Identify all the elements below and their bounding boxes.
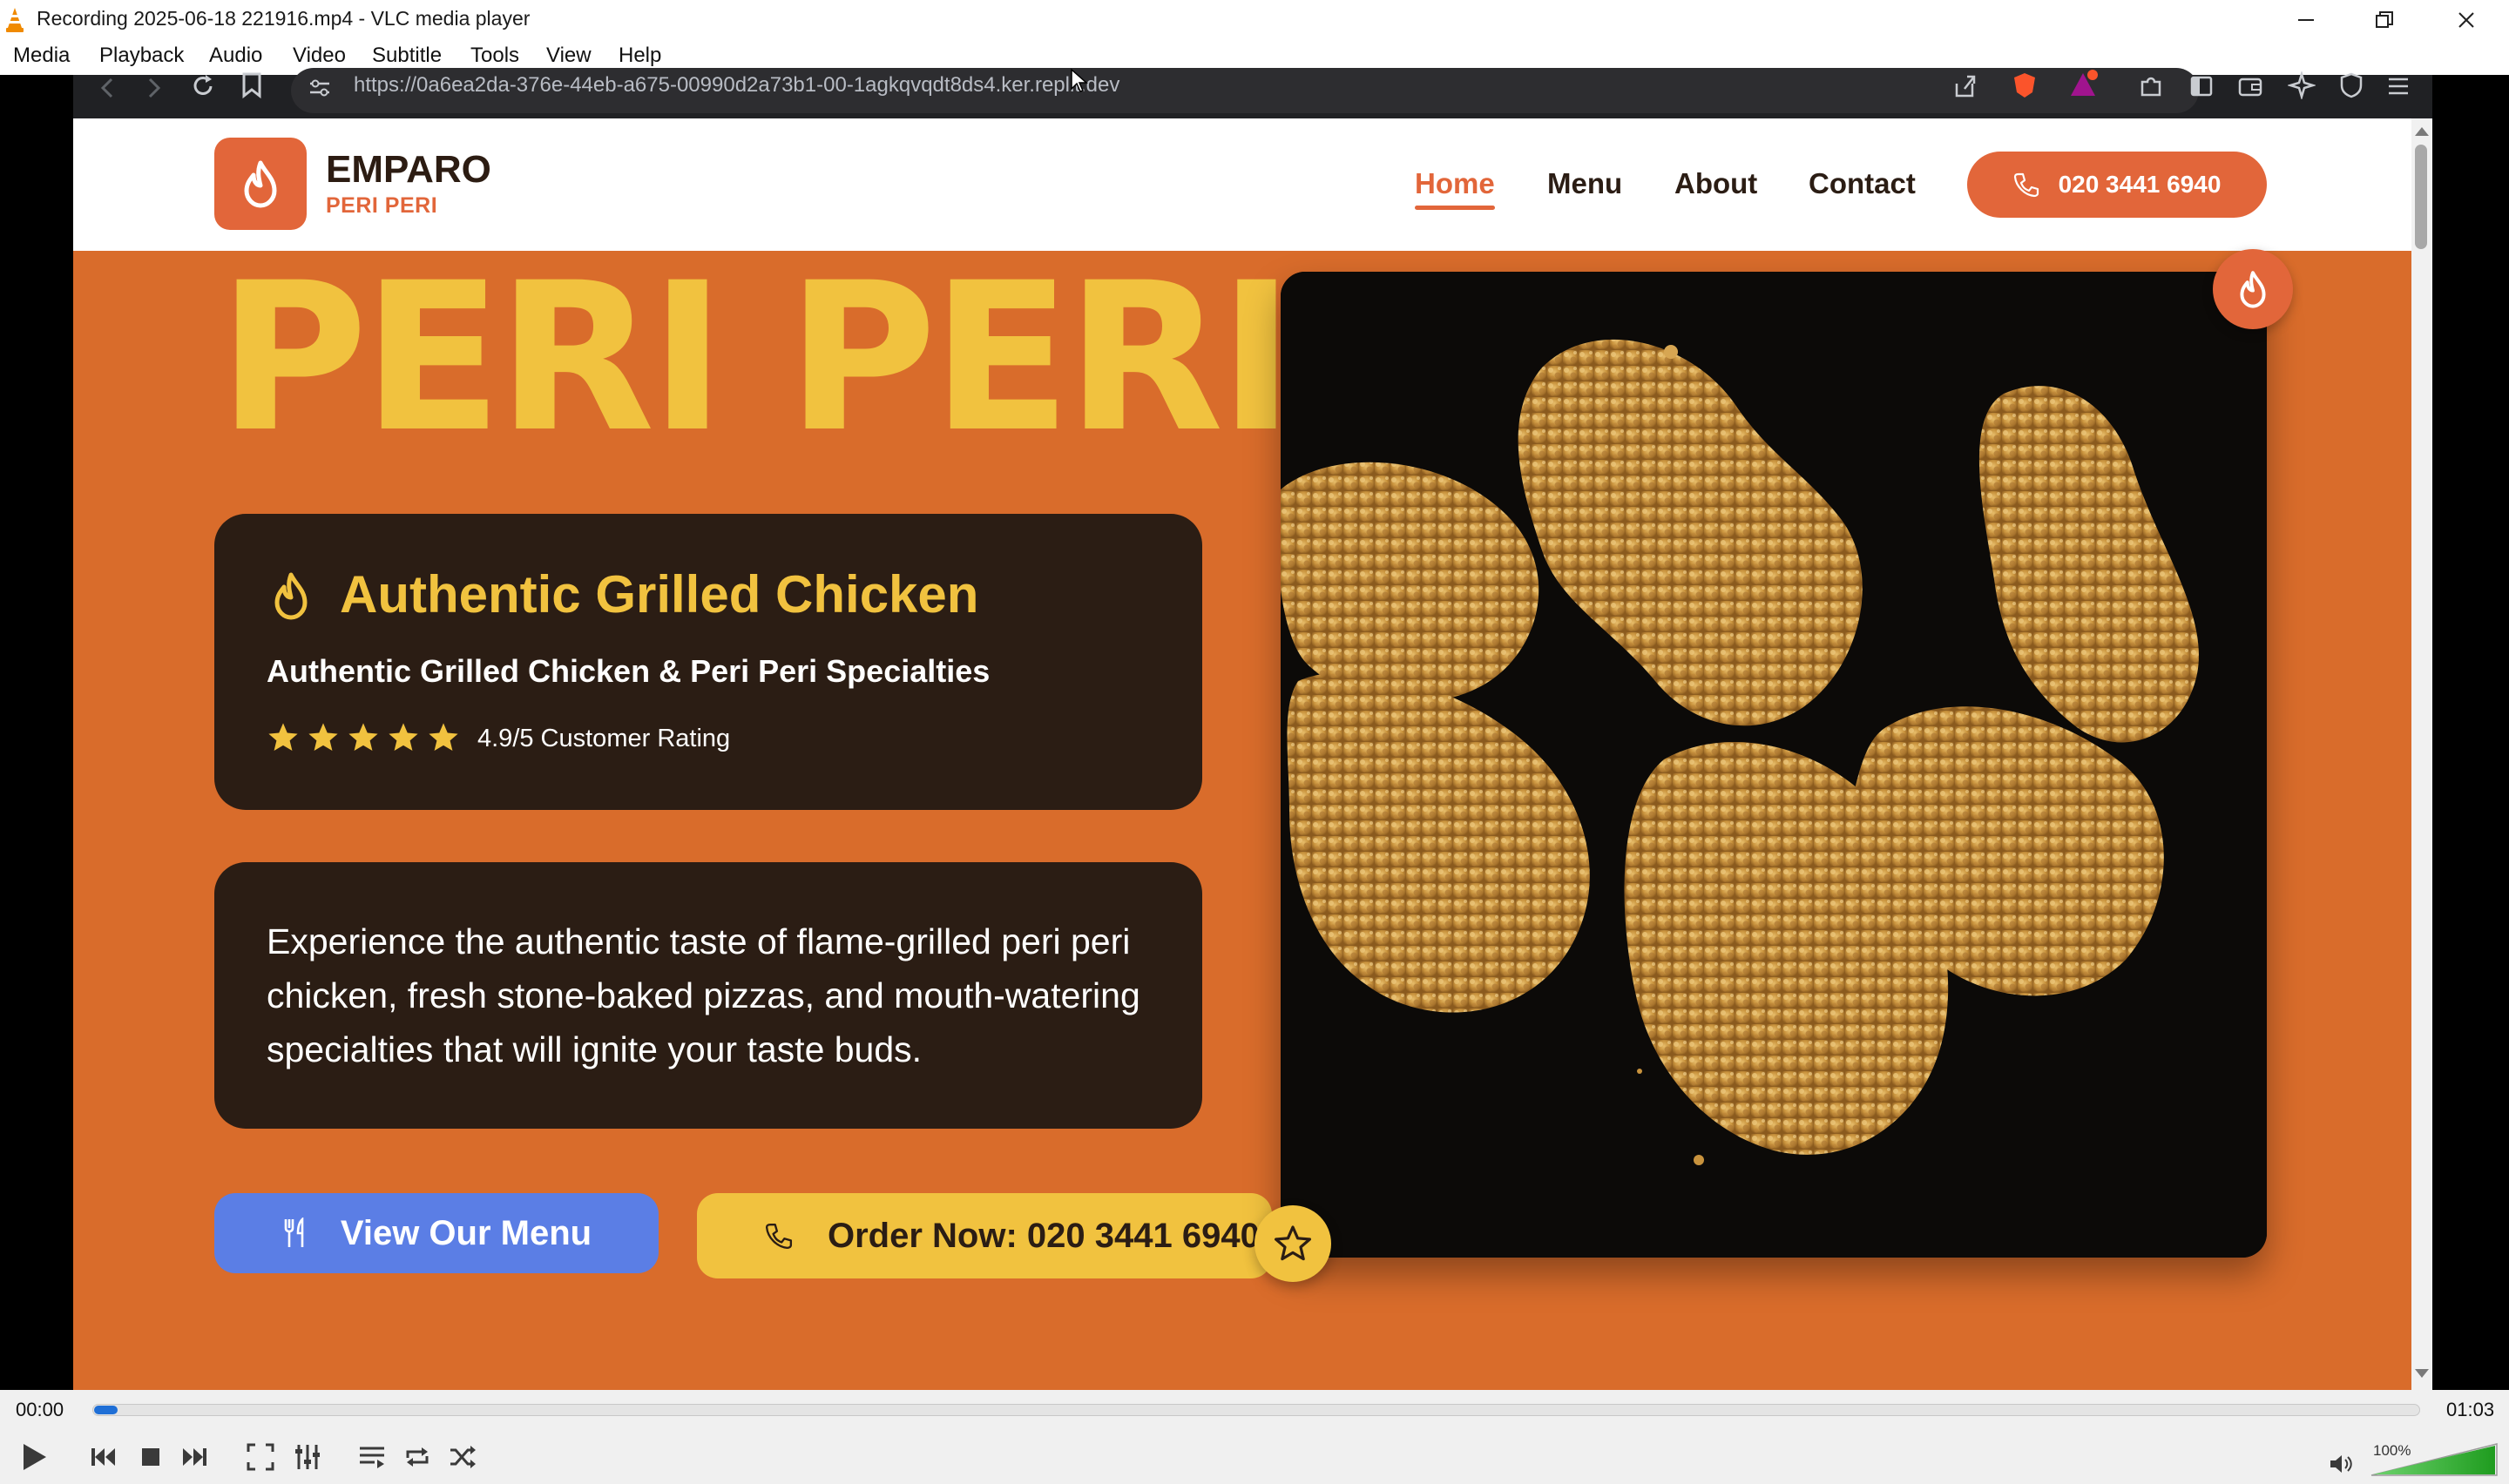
extended-settings-button[interactable] (287, 1437, 328, 1477)
leo-ai-icon (2288, 71, 2316, 99)
wallet-icon (2238, 78, 2262, 97)
star-icon (268, 723, 298, 752)
menu-audio[interactable]: Audio (209, 44, 262, 68)
vlc-logo-icon (6, 8, 24, 32)
seek-bar-progress (94, 1406, 118, 1414)
scroll-down-icon[interactable] (2413, 1367, 2431, 1379)
share-icon (1955, 75, 1976, 98)
fried-chicken-image (1281, 272, 2267, 1258)
window-title: Recording 2025-06-18 221916.mp4 - VLC me… (37, 7, 531, 30)
star-icon (389, 723, 418, 752)
sidebar-icon (2190, 76, 2213, 97)
loop-icon (406, 1447, 429, 1467)
playlist-icon (360, 1447, 384, 1468)
play-icon (24, 1444, 46, 1470)
hero-food-photo (1281, 272, 2267, 1258)
nav-contact[interactable]: Contact (1809, 167, 1916, 200)
play-button[interactable] (12, 1435, 56, 1479)
fullscreen-button[interactable] (240, 1437, 281, 1477)
page-scrollbar[interactable] (2411, 118, 2432, 1390)
close-button[interactable] (2427, 0, 2506, 40)
phone-icon (765, 1224, 793, 1250)
flame-icon (244, 160, 277, 208)
next-button[interactable] (174, 1437, 214, 1477)
close-icon (2458, 12, 2474, 28)
volume-slider[interactable] (2370, 1440, 2500, 1479)
menu-video[interactable]: Video (293, 44, 346, 68)
brave-shield-icon (2014, 73, 2035, 98)
elapsed-time: 00:00 (16, 1399, 64, 1420)
brand-subtitle: PERI PERI (326, 193, 438, 218)
volume-icon[interactable] (2328, 1451, 2354, 1477)
extensions-icon (2140, 77, 2161, 97)
menu-help[interactable]: Help (619, 44, 661, 68)
previous-button[interactable] (84, 1437, 124, 1477)
highlight-card-title: Authentic Grilled Chicken (340, 565, 979, 624)
hero-title: PERI PERI (218, 239, 1295, 477)
nav-menu[interactable]: Menu (1547, 167, 1622, 200)
menu-playback[interactable]: Playback (99, 44, 184, 68)
phone-icon (2013, 172, 2039, 198)
order-now-button[interactable]: Order Now: 020 3441 6940 (697, 1193, 1272, 1278)
flame-icon (2240, 271, 2266, 308)
stop-button[interactable] (131, 1437, 171, 1477)
brand-name: EMPARO (326, 148, 491, 191)
mouse-cursor-icon (1071, 68, 1088, 92)
fullscreen-icon (247, 1443, 274, 1471)
menu-tools[interactable]: Tools (470, 44, 519, 68)
description-text: Experience the authentic taste of flame-… (267, 921, 1140, 1069)
scroll-up-icon[interactable] (2413, 125, 2431, 138)
site-settings-icon (310, 79, 329, 97)
total-duration: 01:03 (2446, 1399, 2495, 1420)
shuffle-icon (450, 1446, 476, 1468)
nav-home[interactable]: Home (1415, 167, 1495, 200)
url-text: https://0a6ea2da-376e-44eb-a675-00990d2a… (354, 73, 1120, 97)
shuffle-button[interactable] (443, 1437, 483, 1477)
highlight-card-subtitle: Authentic Grilled Chicken & Peri Peri Sp… (267, 653, 991, 689)
menu-view[interactable]: View (546, 44, 592, 68)
nav-active-indicator (1415, 206, 1495, 210)
header-call-label: 020 3441 6940 (2058, 171, 2222, 198)
card-flame-icon (274, 572, 308, 620)
stop-icon (142, 1448, 159, 1466)
bookmark-icon (242, 72, 261, 99)
minimize-icon (2298, 19, 2314, 21)
rating-stars (267, 721, 460, 754)
restore-icon (2376, 11, 2393, 28)
view-menu-label: View Our Menu (340, 1213, 592, 1252)
utensils-icon (284, 1218, 304, 1247)
brave-rewards-icon (2071, 70, 2098, 96)
loop-button[interactable] (397, 1437, 437, 1477)
rating-text: 4.9/5 Customer Rating (477, 725, 731, 752)
browser-menu-icon (2389, 78, 2408, 95)
star-outline-icon (1274, 1225, 1312, 1261)
restore-button[interactable] (2345, 0, 2424, 40)
flame-badge (2213, 249, 2293, 329)
seek-bar[interactable] (92, 1404, 2420, 1416)
previous-icon (91, 1448, 115, 1466)
forward-icon (148, 78, 161, 98)
site-logo[interactable] (214, 138, 307, 230)
star-icon (429, 723, 458, 752)
header-call-button[interactable]: 020 3441 6940 (1967, 152, 2267, 218)
order-now-label: Order Now: 020 3441 6940 (828, 1216, 1260, 1255)
equalizer-icon (295, 1445, 320, 1469)
minimize-button[interactable] (2267, 0, 2345, 40)
star-icon (308, 723, 338, 752)
star-icon (348, 723, 378, 752)
reload-icon (193, 75, 213, 95)
menu-subtitle[interactable]: Subtitle (372, 44, 442, 68)
next-icon (183, 1448, 206, 1466)
view-menu-button[interactable]: View Our Menu (214, 1193, 659, 1273)
playlist-button[interactable] (352, 1437, 392, 1477)
menu-media[interactable]: Media (13, 44, 70, 68)
vpn-icon (2340, 72, 2363, 98)
star-badge (1254, 1205, 1331, 1282)
nav-about[interactable]: About (1674, 167, 1757, 200)
back-icon (100, 78, 113, 98)
scrollbar-thumb[interactable] (2415, 145, 2427, 249)
